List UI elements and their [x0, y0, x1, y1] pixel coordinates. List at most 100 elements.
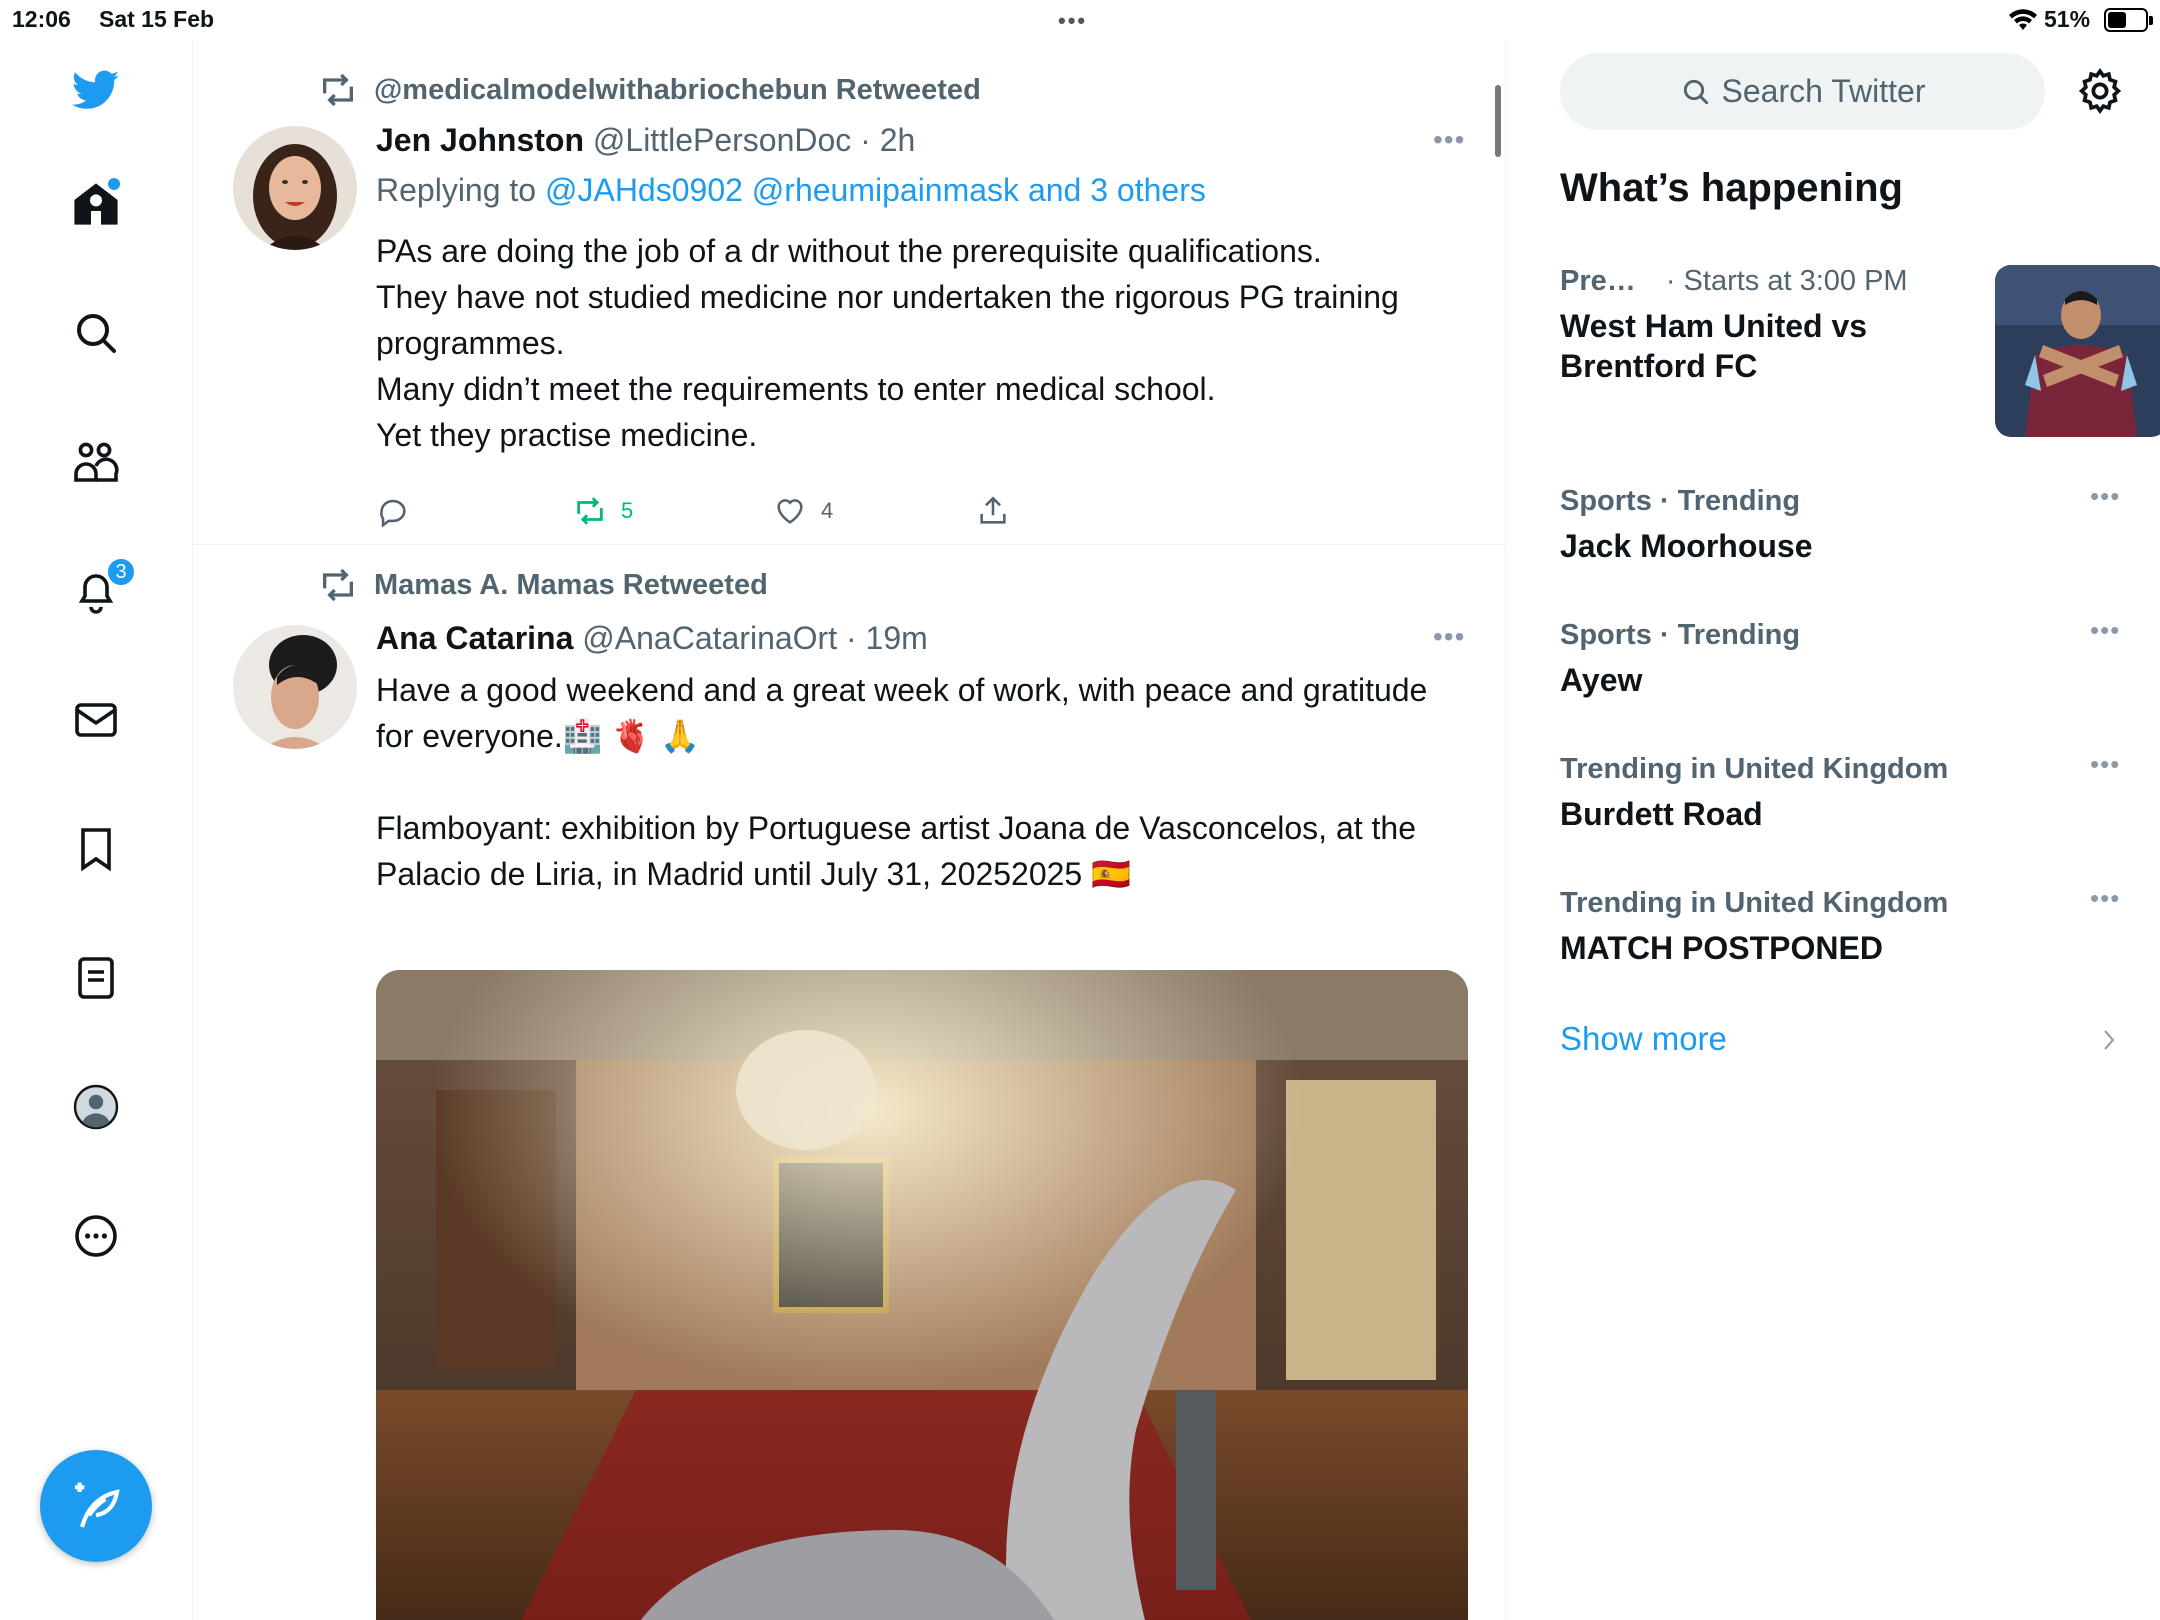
trend-topic: Ayew [1560, 662, 1643, 698]
author-handle[interactable]: @AnaCatarinaOrt [582, 620, 837, 656]
search-input[interactable]: Search Twitter [1560, 53, 2045, 130]
retweet-icon [323, 73, 353, 107]
battery-icon [2104, 8, 2153, 32]
author-handle[interactable]: @LittlePersonDoc [593, 122, 851, 158]
show-more-link[interactable]: Show more [1560, 1020, 1727, 1058]
trend-topic: Burdett Road [1560, 796, 1763, 832]
home-unread-dot [108, 178, 120, 190]
search-placeholder: Search Twitter [1721, 73, 1926, 109]
compose-tweet-button[interactable] [40, 1450, 152, 1562]
like-count: 4 [821, 498, 834, 523]
event-image[interactable] [1995, 265, 2160, 437]
communities-icon [74, 442, 119, 482]
trend-item[interactable]: Sports · Trending Ayew ••• [1560, 615, 2130, 700]
trend-more-icon[interactable]: ••• [2090, 883, 2120, 914]
replying-to: Replying to @JAHds0902 @rheumipainmask a… [376, 172, 1206, 209]
battery-percent: 51% [2044, 6, 2091, 32]
tweet-text-paragraph: Have a good weekend and a great week of … [376, 672, 1428, 754]
tweet-text: PAs are doing the job of a dr without th… [376, 228, 1476, 458]
event-category: Pre… [1560, 265, 1636, 297]
nav-lists[interactable] [64, 946, 128, 1010]
tweet-media-image[interactable] [376, 970, 1468, 1620]
trend-topic: Jack Moorhouse [1560, 528, 1813, 564]
reply-icon [380, 499, 406, 528]
avatar[interactable] [233, 126, 357, 250]
reply-button[interactable] [376, 494, 424, 528]
sidebar-right: Search Twitter What’s happening Pre… · S… [1507, 40, 2160, 1620]
tweet-time[interactable]: · 2h [860, 122, 915, 158]
tweet-text-line: Many didn’t meet the requirements to ent… [376, 371, 1216, 407]
tweet[interactable]: @medicalmodelwithabriochebun Retweeted J… [193, 40, 1505, 545]
twitter-logo-icon[interactable] [64, 58, 128, 122]
trend-meta: Trending in United Kingdom [1560, 753, 1949, 785]
trend-meta: Sports · Trending [1560, 485, 1801, 517]
whats-happening-title: What’s happening [1560, 166, 1903, 210]
search-icon [77, 314, 116, 353]
nav-bookmarks[interactable] [64, 817, 128, 881]
tweet-more-icon[interactable]: ••• [1433, 124, 1465, 156]
retweet-count: 5 [621, 498, 634, 523]
avatar[interactable] [233, 625, 357, 749]
replying-to-links[interactable]: @JAHds0902 @rheumipainmask and 3 others [545, 172, 1206, 208]
nav-profile[interactable] [64, 1075, 128, 1139]
multitasking-dots-icon[interactable]: ••• [1058, 8, 1087, 34]
event-time: · Starts at 3:00 PM [1665, 265, 1908, 297]
retweet-icon [577, 497, 603, 525]
search-icon [1683, 79, 1708, 104]
trend-more-icon[interactable]: ••• [2090, 481, 2120, 512]
share-button[interactable] [976, 494, 1024, 528]
tweet-header: Ana Catarina @AnaCatarinaOrt · 19m [376, 620, 928, 657]
retweeted-by[interactable]: Mamas A. Mamas Retweeted [374, 569, 768, 602]
bird-icon [72, 70, 120, 109]
tweet-time[interactable]: · 19m [846, 620, 928, 656]
trend-meta: Trending in United Kingdom [1560, 887, 1949, 919]
notifications-badge: 3 [106, 557, 136, 587]
tweet-text-line: They have not studied medicine nor under… [376, 279, 1399, 361]
trend-item[interactable]: Trending in United Kingdom Burdett Road … [1560, 749, 2130, 834]
tweet-header: Jen Johnston @LittlePersonDoc · 2h [376, 122, 915, 159]
status-time: 12:06 [12, 6, 71, 32]
author-name[interactable]: Ana Catarina [376, 620, 573, 656]
trend-meta: Sports · Trending [1560, 619, 1801, 651]
profile-avatar-icon [73, 1084, 119, 1130]
tweet[interactable]: Mamas A. Mamas Retweeted Ana Catarina @A… [193, 545, 1505, 1620]
retweeted-by[interactable]: @medicalmodelwithabriochebun Retweeted [374, 74, 981, 107]
timeline[interactable]: @medicalmodelwithabriochebun Retweeted J… [193, 40, 1506, 1620]
more-circle-icon [75, 1215, 117, 1257]
status-date: Sat 15 Feb [99, 6, 215, 32]
nav-explore[interactable] [64, 301, 128, 365]
compose-feather-icon [75, 1482, 120, 1528]
nav-messages[interactable] [64, 688, 128, 752]
sidebar-nav: 3 [0, 40, 193, 1620]
like-button[interactable]: 4 [773, 494, 833, 528]
nav-home[interactable] [64, 172, 128, 236]
trend-more-icon[interactable]: ••• [2090, 749, 2120, 780]
wifi-icon [2009, 9, 2037, 30]
status-bar: 12:06 Sat 15 Feb ••• 51% [0, 0, 2160, 40]
retweet-button[interactable]: 5 [573, 494, 633, 528]
trend-item[interactable]: Sports · Trending Jack Moorhouse ••• [1560, 481, 2130, 566]
trend-more-icon[interactable]: ••• [2090, 615, 2120, 646]
retweet-context: Mamas A. Mamas Retweeted [318, 565, 768, 605]
author-name[interactable]: Jen Johnston [376, 122, 584, 158]
nav-communities[interactable] [64, 430, 128, 494]
heart-icon [777, 499, 803, 524]
chevron-right-icon[interactable] [2097, 1025, 2121, 1055]
lists-icon [78, 957, 114, 999]
retweet-icon [323, 568, 353, 602]
replying-to-label: Replying to [376, 172, 545, 208]
tweet-text-line: PAs are doing the job of a dr without th… [376, 233, 1322, 269]
tweet-text-line: Yet they practise medicine. [376, 417, 758, 453]
trend-event[interactable]: Pre… · Starts at 3:00 PM West Ham United… [1560, 265, 2160, 437]
bookmark-icon [81, 828, 111, 872]
settings-gear-icon[interactable] [2075, 66, 2125, 116]
tweet-more-icon[interactable]: ••• [1433, 621, 1465, 653]
trend-item[interactable]: Trending in United Kingdom MATCH POSTPON… [1560, 883, 2130, 968]
nav-more[interactable] [64, 1204, 128, 1268]
share-icon [980, 496, 1006, 524]
retweet-context: @medicalmodelwithabriochebun Retweeted [318, 70, 981, 110]
trend-topic: MATCH POSTPONED [1560, 930, 1883, 966]
trend-topic: West Ham United vs Brentford FC [1560, 308, 1868, 384]
nav-notifications[interactable]: 3 [64, 557, 136, 623]
mail-icon [75, 703, 117, 737]
